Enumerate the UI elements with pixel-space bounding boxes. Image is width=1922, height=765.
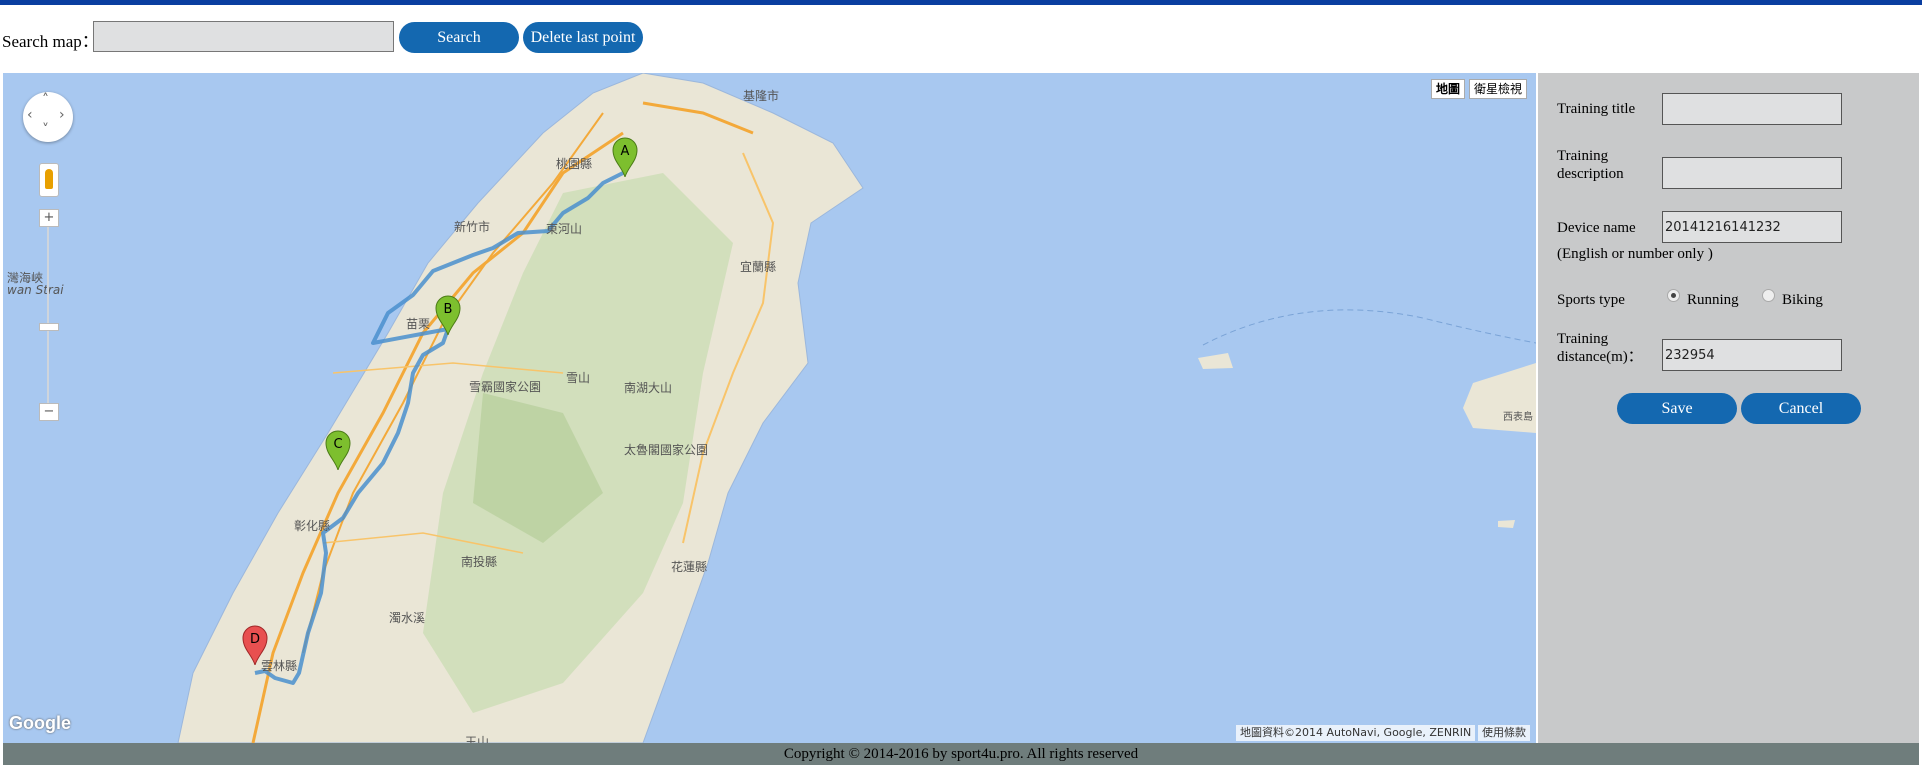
place-label: wan Strai bbox=[7, 283, 64, 297]
training-form-panel: Training title Training description Devi… bbox=[1538, 73, 1919, 743]
device-name-label: Device name bbox=[1557, 220, 1636, 236]
map-attribution: 地圖資料©2014 AutoNavi, Google, ZENRIN bbox=[1236, 725, 1476, 741]
search-map-input[interactable] bbox=[93, 21, 394, 52]
place-label: 花蓮縣 bbox=[671, 560, 708, 574]
biking-radio[interactable] bbox=[1762, 289, 1775, 302]
place-label: 雪山 bbox=[566, 371, 591, 385]
place-label: 東河山 bbox=[546, 222, 583, 236]
small-island bbox=[1198, 353, 1233, 369]
map-canvas[interactable]: A B C D 基隆市 桃園縣 新竹市 東河山 宜蘭縣 苗栗 雪霸國家公園 雪山… bbox=[3, 73, 1536, 743]
place-label: 桃園縣 bbox=[556, 157, 593, 171]
search-map-label: Search map： bbox=[2, 32, 99, 51]
top-accent-bar bbox=[0, 0, 1922, 5]
sea-boundary-line bbox=[1202, 309, 1536, 346]
place-label: 基隆市 bbox=[743, 89, 780, 103]
cancel-button[interactable]: Cancel bbox=[1741, 393, 1861, 424]
place-label: 濁水溪 bbox=[389, 611, 426, 625]
zoom-in-button[interactable]: + bbox=[39, 209, 59, 227]
biking-label[interactable]: Biking bbox=[1782, 291, 1823, 309]
running-radio[interactable] bbox=[1667, 289, 1680, 302]
place-label: 南投縣 bbox=[461, 555, 498, 569]
marker-c-icon[interactable]: C bbox=[325, 430, 351, 470]
marker-a-label: A bbox=[621, 144, 630, 159]
place-label: 雲林縣 bbox=[261, 659, 298, 673]
place-label: 太魯閣國家公園 bbox=[624, 443, 709, 457]
pan-left-icon[interactable]: ‹ bbox=[27, 107, 33, 123]
running-label[interactable]: Running bbox=[1687, 291, 1739, 309]
training-distance-label-line2: distance(m)： bbox=[1557, 349, 1643, 365]
pan-control[interactable]: ˄ ˅ ‹ › bbox=[23, 92, 73, 142]
training-description-input[interactable] bbox=[1662, 157, 1842, 189]
zoom-slider-track[interactable] bbox=[47, 218, 49, 418]
marker-b-icon[interactable]: B bbox=[435, 295, 461, 335]
marker-c-label: C bbox=[333, 437, 342, 452]
marker-d-label: D bbox=[250, 632, 260, 647]
place-label: 苗栗 bbox=[406, 317, 431, 331]
place-label: 宜蘭縣 bbox=[740, 260, 777, 274]
training-distance-input[interactable]: 232954 bbox=[1662, 339, 1842, 371]
place-label: 新竹市 bbox=[454, 220, 491, 234]
training-description-label-line1: Training bbox=[1557, 148, 1609, 164]
pan-up-icon[interactable]: ˄ bbox=[42, 92, 49, 108]
pegman-icon[interactable] bbox=[39, 163, 59, 197]
zoom-out-button[interactable]: − bbox=[39, 403, 59, 421]
training-title-input[interactable] bbox=[1662, 93, 1842, 125]
search-bar: Search map： Search Delete last point bbox=[0, 14, 1922, 66]
footer-copyright: Copyright © 2014-2016 by sport4u.pro. Al… bbox=[3, 743, 1919, 765]
marker-a-icon[interactable]: A bbox=[612, 137, 638, 177]
pan-down-icon[interactable]: ˅ bbox=[42, 122, 49, 138]
tiny-island bbox=[1498, 520, 1515, 528]
google-logo[interactable]: Google bbox=[9, 713, 71, 734]
save-button[interactable]: Save bbox=[1617, 393, 1737, 424]
device-name-hint: (English or number only ) bbox=[1557, 246, 1713, 262]
training-description-label-line2: description bbox=[1557, 166, 1624, 182]
map-base-layer bbox=[177, 73, 1536, 743]
map-type-satellite-button[interactable]: 衛星檢視 bbox=[1469, 79, 1528, 99]
search-button[interactable]: Search bbox=[399, 22, 519, 53]
place-label: 彰化縣 bbox=[294, 519, 331, 533]
zoom-slider-handle[interactable] bbox=[39, 323, 59, 331]
training-distance-label-line1: Training bbox=[1557, 331, 1609, 347]
marker-b-label: B bbox=[444, 302, 453, 317]
place-label: 雪霸國家公園 bbox=[469, 380, 542, 394]
training-title-label: Training title bbox=[1557, 101, 1636, 117]
place-label: 西表島 bbox=[1503, 412, 1533, 423]
place-label: 玉山 bbox=[465, 735, 490, 743]
device-name-input[interactable]: 20141216141232 bbox=[1662, 211, 1842, 243]
sports-type-label: Sports type bbox=[1557, 292, 1625, 308]
place-label: 南湖大山 bbox=[624, 381, 673, 395]
terms-of-use-link[interactable]: 使用條款 bbox=[1478, 725, 1530, 741]
pan-right-icon[interactable]: › bbox=[59, 107, 65, 123]
delete-last-point-button[interactable]: Delete last point bbox=[523, 22, 643, 53]
map-type-map-button[interactable]: 地圖 bbox=[1431, 79, 1466, 99]
